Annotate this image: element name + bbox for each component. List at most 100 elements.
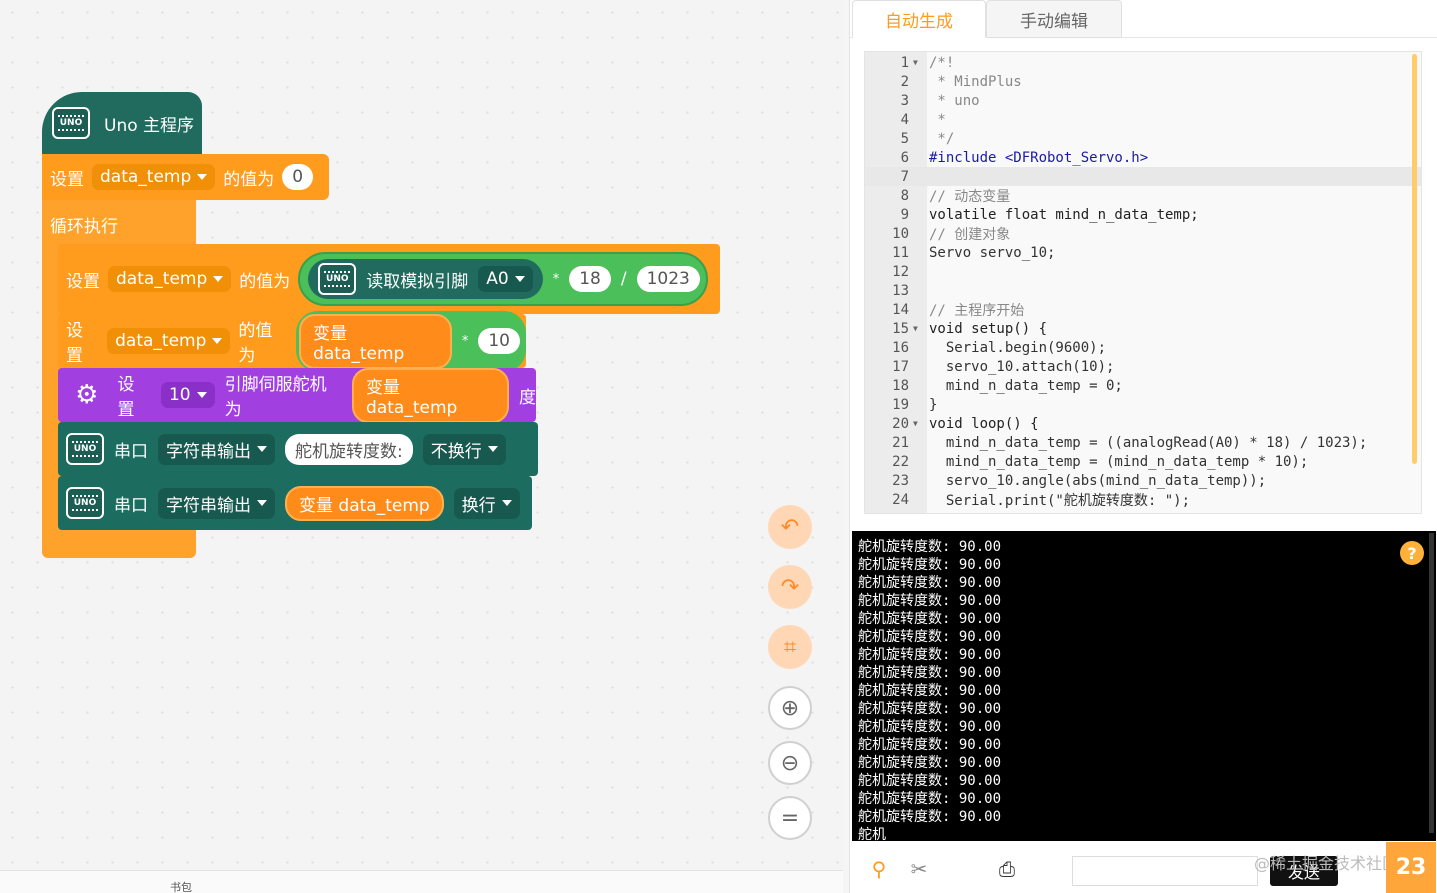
serial-toolbar: ⚲ ✂ ⎙ 发送 @稀土掘金技术社区 23 xyxy=(850,842,1437,893)
code-line[interactable]: 5 */ xyxy=(865,129,1421,148)
multiply-operator: * xyxy=(461,333,469,349)
serial-output-line: 舵机旋转度数: 90.00 xyxy=(858,629,1002,645)
servo-icon: ⚙ xyxy=(75,380,99,410)
multiplier-field[interactable]: 10 xyxy=(478,328,520,354)
code-text: servo_10.attach(10); xyxy=(929,358,1115,375)
code-line[interactable]: 7 xyxy=(865,167,1421,186)
code-line[interactable]: 18 mind_n_data_temp = 0; xyxy=(865,376,1421,395)
set-variable-block-scale[interactable]: 设置 data_temp 的值为 变量 data_temp * 10 xyxy=(58,310,526,372)
help-icon[interactable]: ? xyxy=(1400,541,1424,565)
uno-board-icon: UNO xyxy=(52,107,90,139)
servo-block[interactable]: ⚙ 设置 10 引脚伺服舵机为 变量 data_temp 度 xyxy=(58,367,536,423)
tab-auto-generate[interactable]: 自动生成 xyxy=(852,0,986,38)
line-number: 3 xyxy=(900,92,909,109)
set-variable-block-init[interactable]: 设置 data_temp 的值为 0 xyxy=(42,154,329,200)
serial-scrollbar[interactable] xyxy=(1429,533,1434,833)
code-text: * MindPlus xyxy=(929,73,1022,90)
zoom-out-icon[interactable]: ⊖ xyxy=(768,741,812,785)
servo-pin-dropdown[interactable]: 10 xyxy=(160,382,215,408)
code-line[interactable]: 6 #include <DFRobot_Servo.h> xyxy=(865,148,1421,167)
code-line[interactable]: 17 servo_10.attach(10); xyxy=(865,357,1421,376)
code-line[interactable]: 20 ▼ void loop() { xyxy=(865,414,1421,433)
variable-dropdown[interactable]: data_temp xyxy=(92,164,216,190)
code-line[interactable]: 13 xyxy=(865,281,1421,300)
analog-pin-dropdown[interactable]: A0 xyxy=(478,266,533,292)
multiply-expression[interactable]: 变量 data_temp * 10 xyxy=(296,310,526,372)
serial-print-block[interactable]: UNO 串口 字符串输出 舵机旋转度数: 不换行 xyxy=(58,422,538,476)
mindplus-window: UNO Uno 主程序 设置 data_temp 的值为 0 循环执行 设置 d… xyxy=(0,0,1437,893)
tab-manual-edit[interactable]: 手动编辑 xyxy=(986,0,1122,38)
text-input-field[interactable]: 舵机旋转度数: xyxy=(285,433,413,465)
workspace-footer: 书包 xyxy=(0,870,843,893)
multiplier-field[interactable]: 18 xyxy=(569,266,611,292)
code-line[interactable]: 1 ▼ /*! xyxy=(865,53,1421,72)
code-line[interactable]: 24 Serial.print("舵机旋转度数: "); xyxy=(865,490,1421,509)
code-line[interactable]: 19} xyxy=(865,395,1421,414)
code-line[interactable]: 10 // 创建对象 xyxy=(865,224,1421,243)
code-line[interactable]: 14 // 主程序开始 xyxy=(865,300,1421,319)
code-line[interactable]: 2 * MindPlus xyxy=(865,72,1421,91)
code-text: void setup() { xyxy=(929,320,1048,337)
serial-output-line: 舵机旋转度数: 90.00 xyxy=(858,557,1002,573)
code-line[interactable]: 3 * uno xyxy=(865,91,1421,110)
line-number: 12 xyxy=(892,263,909,280)
variable-reporter[interactable]: 变量 data_temp xyxy=(285,485,444,521)
set-label: 设置 xyxy=(117,375,135,420)
math-expression[interactable]: UNO 读取模拟引脚 A0 * 18 / 1023 xyxy=(298,252,708,306)
read-analog-block[interactable]: UNO 读取模拟引脚 A0 xyxy=(308,259,543,299)
fold-icon[interactable]: ▼ xyxy=(909,324,923,333)
output-mode-dropdown[interactable]: 字符串输出 xyxy=(158,487,275,519)
uno-main-hat-block[interactable]: UNO Uno 主程序 xyxy=(42,92,202,154)
zoom-in-icon[interactable]: ⊕ xyxy=(768,686,812,730)
code-line[interactable]: 11 Servo servo_10; xyxy=(865,243,1421,262)
newline-dropdown[interactable]: 不换行 xyxy=(422,433,506,465)
variable-dropdown[interactable]: data_temp xyxy=(108,266,232,292)
code-line[interactable]: 23 servo_10.angle(abs(mind_n_data_temp))… xyxy=(865,471,1421,490)
code-text: * xyxy=(929,111,946,128)
fold-icon[interactable]: ▼ xyxy=(909,58,923,67)
serial-output-line: 舵机旋转度数: 90.00 xyxy=(858,791,1002,807)
code-scrollbar[interactable] xyxy=(1412,54,1417,464)
serial-output-line: 舵机旋转度数: 90.00 xyxy=(858,755,1002,771)
code-line[interactable]: 9 volatile float mind_n_data_temp; xyxy=(865,205,1421,224)
variable-dropdown[interactable]: data_temp xyxy=(107,328,231,354)
code-line[interactable]: 21 mind_n_data_temp = ((analogRead(A0) *… xyxy=(865,433,1421,452)
serial-send-input[interactable] xyxy=(1072,856,1258,886)
code-line[interactable]: 22 mind_n_data_temp = (mind_n_data_temp … xyxy=(865,452,1421,471)
code-line[interactable]: 16 Serial.begin(9600); xyxy=(865,338,1421,357)
backpack-label[interactable]: 书包 xyxy=(170,879,192,893)
export-icon[interactable]: ⎙ xyxy=(990,852,1024,886)
reset-zoom-icon[interactable]: = xyxy=(768,796,812,840)
variable-reporter[interactable]: 变量 data_temp xyxy=(299,313,452,369)
divide-operator: / xyxy=(620,269,627,289)
set-variable-block-read[interactable]: 设置 data_temp 的值为 UNO 读取模拟引脚 A0 * 18 / 10… xyxy=(58,244,720,314)
output-mode-dropdown[interactable]: 字符串输出 xyxy=(158,433,275,465)
line-number: 18 xyxy=(892,377,909,394)
line-number: 4 xyxy=(900,111,909,128)
chevron-down-icon xyxy=(212,338,223,344)
fold-icon[interactable]: ▼ xyxy=(909,419,923,428)
newline-dropdown[interactable]: 换行 xyxy=(453,487,520,519)
block-workspace[interactable]: UNO Uno 主程序 设置 data_temp 的值为 0 循环执行 设置 d… xyxy=(0,0,843,872)
line-number: 8 xyxy=(900,187,909,204)
clear-output-icon[interactable]: ✂ xyxy=(902,852,936,886)
undo-icon[interactable]: ↶ xyxy=(768,505,812,549)
code-text: servo_10.angle(abs(mind_n_data_temp)); xyxy=(929,472,1267,489)
code-line[interactable]: 12 xyxy=(865,262,1421,281)
loop-label: 循环执行 xyxy=(50,217,118,237)
code-line[interactable]: 4 * xyxy=(865,110,1421,129)
serial-print-block[interactable]: UNO 串口 字符串输出 变量 data_temp 换行 xyxy=(58,476,532,530)
code-line[interactable]: 8 // 动态变量 xyxy=(865,186,1421,205)
code-line[interactable]: 15 ▼ void setup() { xyxy=(865,319,1421,338)
redo-icon[interactable]: ↷ xyxy=(768,565,812,609)
variable-reporter[interactable]: 变量 data_temp xyxy=(352,367,509,423)
degree-label: 度 xyxy=(518,387,536,408)
line-number: 10 xyxy=(892,225,909,242)
code-editor[interactable]: 1 ▼/*! 2 * MindPlus 3 * uno 4 * 5 */6 #include… xyxy=(864,51,1422,514)
scroll-lock-icon[interactable]: ⚲ xyxy=(862,852,896,886)
line-number: 9 xyxy=(900,206,909,223)
code-text: // 动态变量 xyxy=(929,188,1011,205)
crop-icon[interactable]: ⌗ xyxy=(768,625,812,669)
divisor-field[interactable]: 1023 xyxy=(636,266,700,292)
init-value-field[interactable]: 0 xyxy=(282,164,314,190)
